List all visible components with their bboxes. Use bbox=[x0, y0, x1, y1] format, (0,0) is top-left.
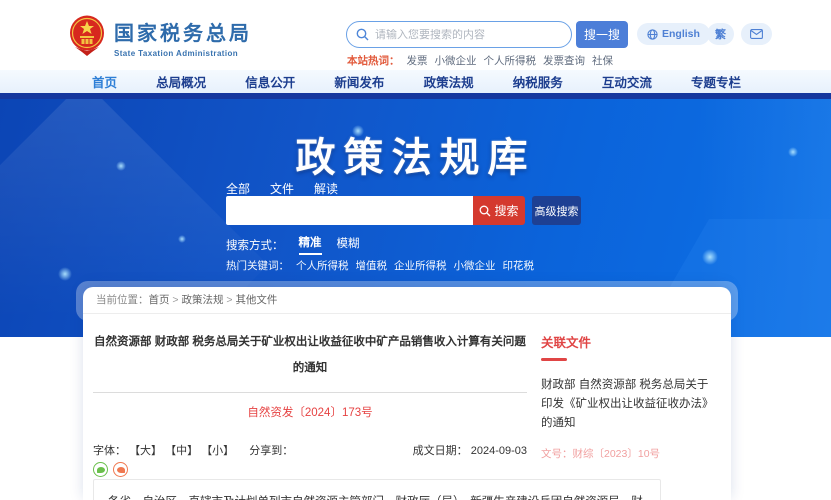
hot-words-label: 本站热词： bbox=[347, 53, 400, 68]
globe-icon bbox=[647, 29, 658, 40]
card-main: 自然资源部 财政部 税务总局关于矿业权出让收益征收中矿产品销售收入计算有关问题的… bbox=[83, 314, 731, 477]
header-search-input[interactable] bbox=[375, 29, 571, 41]
traditional-chinese-button[interactable]: 繁 bbox=[707, 23, 734, 45]
related-doc-number-label: 文号： bbox=[541, 448, 573, 460]
mode-precise[interactable]: 精准 bbox=[299, 234, 322, 255]
nav-divider-bar bbox=[0, 93, 831, 99]
related-title-underline bbox=[541, 358, 567, 361]
weibo-share-icon[interactable] bbox=[113, 462, 128, 477]
related-doc-number-value: 财综〔2023〕10号 bbox=[573, 448, 661, 460]
nav-item-news[interactable]: 新闻发布 bbox=[334, 72, 384, 91]
publish-date-value: 2024-09-03 bbox=[471, 445, 527, 457]
search-icon bbox=[356, 28, 369, 41]
share-label: 分享到： bbox=[249, 445, 293, 457]
banner-search-button[interactable]: 搜索 bbox=[473, 196, 525, 225]
english-label: English bbox=[662, 28, 700, 40]
related-doc-number: 文号：财综〔2023〕10号 bbox=[541, 446, 717, 461]
mode-fuzzy[interactable]: 模糊 bbox=[337, 235, 360, 254]
keyword-link[interactable]: 企业所得税 bbox=[394, 258, 447, 273]
breadcrumb: 当前位置：首页政策法规其他文件 bbox=[83, 287, 731, 314]
banner-search-input[interactable] bbox=[226, 196, 473, 225]
banner-search-label: 搜索 bbox=[494, 202, 518, 219]
site-header: 国家税务总局 State Taxation Administration 搜一搜… bbox=[0, 0, 831, 70]
header-search-box bbox=[346, 21, 572, 48]
hot-word-link[interactable]: 小微企业 bbox=[435, 53, 477, 68]
main-nav: 首页 总局概况 信息公开 新闻发布 政策法规 纳税服务 互动交流 专题专栏 bbox=[0, 70, 831, 93]
article-meta-row: 字体： 【大】 【中】 【小】 分享到： 成文日期： 2024-09-03 bbox=[93, 442, 527, 458]
nav-item-home[interactable]: 首页 bbox=[92, 72, 117, 91]
hot-keywords-row: 热门关键词： 个人所得税 增值税 企业所得税 小微企业 印花税 bbox=[226, 258, 534, 273]
content-card: 当前位置：首页政策法规其他文件 自然资源部 财政部 税务总局关于矿业权出让收益征… bbox=[83, 287, 731, 500]
font-size-medium-button[interactable]: 【中】 bbox=[165, 445, 198, 457]
banner-glow-dot bbox=[702, 249, 718, 265]
breadcrumb-policy[interactable]: 政策法规 bbox=[181, 294, 235, 306]
hot-word-link[interactable]: 个人所得税 bbox=[484, 53, 537, 68]
advanced-search-button[interactable]: 高级搜索 bbox=[532, 196, 581, 225]
font-size-label: 字体： bbox=[93, 445, 126, 457]
nav-item-info-disclosure[interactable]: 信息公开 bbox=[245, 72, 295, 91]
envelope-icon bbox=[750, 29, 763, 39]
hot-word-link[interactable]: 发票查询 bbox=[543, 53, 585, 68]
keyword-link[interactable]: 小微企业 bbox=[454, 258, 496, 273]
article-doc-number: 自然资发〔2024〕173号 bbox=[93, 404, 527, 420]
keyword-link[interactable]: 印花税 bbox=[503, 258, 535, 273]
banner-glow-dot bbox=[58, 267, 72, 281]
related-documents-title: 关联文件 bbox=[541, 332, 717, 351]
breadcrumb-label: 当前位置： bbox=[96, 294, 149, 306]
nav-item-special-columns[interactable]: 专题专栏 bbox=[691, 72, 741, 91]
article-body: 各省、自治区、直辖市及计划单列市自然资源主管部门、财政厅（局），新疆生产建设兵团… bbox=[93, 479, 661, 500]
article-title: 自然资源部 财政部 税务总局关于矿业权出让收益征收中矿产品销售收入计算有关问题的… bbox=[93, 329, 527, 393]
nav-item-tax-service[interactable]: 纳税服务 bbox=[513, 72, 563, 91]
search-icon bbox=[479, 205, 491, 217]
hot-keywords-label: 热门关键词： bbox=[226, 258, 289, 273]
font-size-small-button[interactable]: 【小】 bbox=[201, 445, 234, 457]
header-search-button[interactable]: 搜一搜 bbox=[576, 21, 628, 48]
site-subtitle: State Taxation Administration bbox=[114, 49, 252, 58]
related-document-link[interactable]: 财政部 自然资源部 税务总局关于印发《矿业权出让收益征收办法》的通知 bbox=[541, 376, 717, 433]
publish-date-group: 成文日期： 2024-09-03 bbox=[413, 442, 527, 458]
share-icons-row bbox=[93, 462, 527, 477]
keyword-link[interactable]: 增值税 bbox=[356, 258, 388, 273]
breadcrumb-home[interactable]: 首页 bbox=[149, 294, 182, 306]
nav-item-interaction[interactable]: 互动交流 bbox=[602, 72, 652, 91]
related-documents-panel: 关联文件 财政部 自然资源部 税务总局关于印发《矿业权出让收益征收办法》的通知 … bbox=[541, 314, 717, 477]
article-column: 自然资源部 财政部 税务总局关于矿业权出让收益征收中矿产品销售收入计算有关问题的… bbox=[93, 314, 527, 477]
search-mode-row: 搜索方式： 精准 模糊 bbox=[226, 234, 360, 255]
wechat-share-icon[interactable] bbox=[93, 462, 108, 477]
mail-button[interactable] bbox=[741, 23, 772, 45]
english-button[interactable]: English bbox=[637, 23, 710, 45]
banner-search-bar: 搜索 高级搜索 bbox=[226, 196, 581, 225]
hot-word-link[interactable]: 发票 bbox=[407, 53, 428, 68]
publish-date-label: 成文日期： bbox=[413, 445, 468, 457]
nav-item-overview[interactable]: 总局概况 bbox=[156, 72, 206, 91]
logo-text: 国家税务总局 State Taxation Administration bbox=[114, 17, 252, 58]
search-mode-label: 搜索方式： bbox=[226, 237, 284, 253]
banner-page-title: 政策法规库 bbox=[0, 125, 831, 183]
nav-item-policy[interactable]: 政策法规 bbox=[424, 72, 474, 91]
breadcrumb-other-files[interactable]: 其他文件 bbox=[235, 294, 277, 306]
keyword-link[interactable]: 个人所得税 bbox=[296, 258, 349, 273]
banner-glow-dot bbox=[178, 235, 186, 243]
site-hot-words: 本站热词： 发票 小微企业 个人所得税 发票查询 社保 bbox=[347, 53, 613, 68]
font-size-large-button[interactable]: 【大】 bbox=[129, 445, 162, 457]
site-title: 国家税务总局 bbox=[114, 17, 252, 46]
page: 国家税务总局 State Taxation Administration 搜一搜… bbox=[0, 0, 831, 500]
national-emblem-logo bbox=[68, 14, 106, 56]
font-share-group: 字体： 【大】 【中】 【小】 分享到： bbox=[93, 442, 293, 458]
hot-word-link[interactable]: 社保 bbox=[592, 53, 613, 68]
